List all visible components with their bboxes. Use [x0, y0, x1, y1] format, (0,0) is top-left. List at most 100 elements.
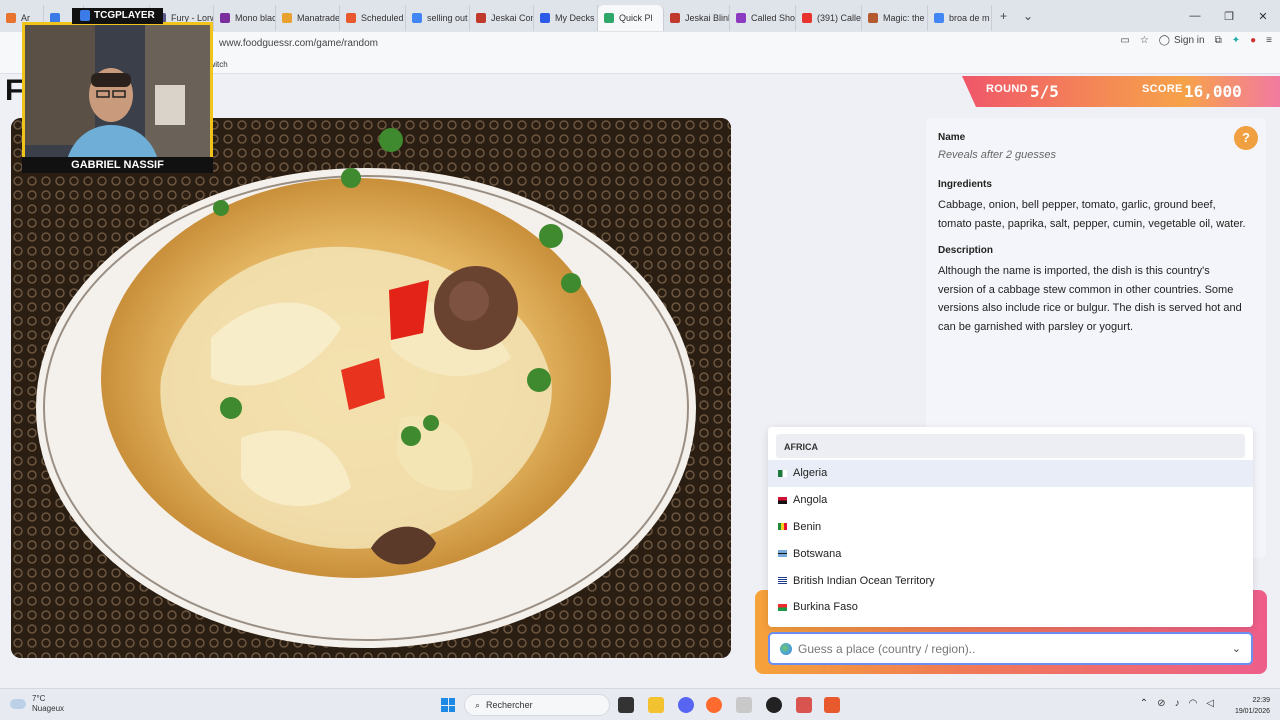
windows-taskbar: 7°C Nuageux ⌕ Rechercher ⌃ ⊘ ♪ ◠ ◁ 22:39…	[0, 688, 1280, 720]
score-value: 16,000	[1184, 82, 1242, 101]
tab-label: Jeskai Blink	[685, 13, 730, 23]
firefox-icon[interactable]	[706, 697, 722, 713]
help-button[interactable]: ?	[1234, 126, 1258, 150]
site-logo: F	[5, 74, 24, 107]
close-window-icon[interactable]: ✕	[1246, 10, 1280, 23]
restore-icon[interactable]: ❐	[1212, 10, 1246, 23]
microphone-icon[interactable]: ♪	[1175, 698, 1180, 709]
taskbar-clock[interactable]: 22:39 19/01/2026	[1235, 695, 1270, 717]
option-angola[interactable]: Angola	[776, 487, 1245, 514]
flag-biot-icon	[778, 577, 787, 585]
system-tray: ⌃ ⊘ ♪ ◠ ◁	[1140, 698, 1214, 709]
windows-start-icon[interactable]	[441, 698, 455, 712]
app-icon[interactable]	[824, 697, 840, 713]
option-burkina-faso[interactable]: Burkina Faso	[776, 594, 1245, 621]
browser-tab[interactable]: Quick Pl✕	[598, 5, 664, 31]
tab-label: broa de m	[949, 13, 990, 23]
browser-tab[interactable]: Mono blac	[214, 5, 276, 31]
taskbar-search[interactable]: ⌕ Rechercher	[464, 694, 610, 716]
minimize-icon[interactable]: —	[1178, 10, 1212, 22]
flag-botswana-icon	[778, 550, 787, 558]
chevron-down-icon[interactable]: ⌄	[1232, 642, 1241, 655]
url-field[interactable]: www.foodguessr.com/game/random	[219, 38, 378, 49]
name-heading: Name	[938, 132, 966, 143]
round-label: ROUND	[986, 83, 1028, 95]
round-value: 5/5	[1030, 82, 1059, 101]
option-botswana[interactable]: Botswana	[776, 540, 1245, 567]
copilot-icon[interactable]: ✦	[1232, 35, 1240, 46]
browser-tab[interactable]: Jeskai Blink	[664, 5, 730, 31]
tab-label: Magic: the	[883, 13, 925, 23]
tcgplayer-logo-icon	[80, 10, 90, 21]
browser-tab[interactable]: Manatrade	[276, 5, 340, 31]
extension-badge-icon[interactable]: ●	[1250, 35, 1256, 46]
profile-icon: ◯	[1158, 35, 1170, 46]
name-value: Reveals after 2 guesses	[938, 149, 1057, 161]
option-british-indian-ocean-territory[interactable]: British Indian Ocean Territory	[776, 567, 1245, 594]
network-off-icon[interactable]: ⊘	[1157, 698, 1165, 709]
file-explorer-icon[interactable]	[648, 697, 664, 713]
browser-tab[interactable]: broa de m	[928, 5, 992, 31]
obs-icon[interactable]	[766, 697, 782, 713]
favorite-star-icon[interactable]: ☆	[1140, 35, 1149, 46]
sign-in-button[interactable]: ◯ Sign in	[1159, 35, 1205, 46]
task-view-icon[interactable]	[618, 697, 634, 713]
discord-icon[interactable]	[678, 697, 694, 713]
weather-temperature: 7°C	[32, 694, 46, 703]
app-icon[interactable]	[796, 697, 812, 713]
volume-icon[interactable]: ◁	[1206, 698, 1214, 709]
menu-icon[interactable]: ≡	[1266, 35, 1272, 46]
round-score-banner: ROUND 5/5 SCORE 16,000	[962, 76, 1280, 107]
clock-time: 22:39	[1252, 697, 1270, 704]
browser-tab[interactable]: Called Sho	[730, 5, 796, 31]
score-label: SCORE	[1142, 83, 1183, 95]
tab-favicon-icon	[6, 13, 16, 23]
browser-tab[interactable]: My Decks |	[534, 5, 598, 31]
browser-tab[interactable]: selling out	[406, 5, 470, 31]
description-text: Although the name is imported, the dish …	[938, 265, 1242, 333]
tab-favicon-icon	[412, 13, 422, 23]
option-label: Benin	[793, 520, 822, 533]
option-label: Angola	[793, 494, 828, 507]
flag-algeria-icon	[778, 469, 787, 477]
browser-tab[interactable]: Magic: the	[862, 5, 928, 31]
tab-favicon-icon	[736, 13, 746, 23]
flag-benin-icon	[778, 523, 787, 531]
clock-date: 19/01/2026	[1234, 708, 1270, 715]
tab-label: My Decks |	[555, 13, 598, 23]
tab-favicon-icon	[540, 13, 550, 23]
tab-label: Manatrade	[297, 13, 340, 23]
tab-label: Mono blac	[235, 13, 276, 23]
ingredients-heading: Ingredients	[938, 179, 992, 190]
new-tab-button[interactable]: +	[992, 9, 1015, 23]
tab-favicon-icon	[604, 13, 614, 23]
browser-tab[interactable]: Jeskai Con	[470, 5, 534, 31]
weather-widget[interactable]: 7°C Nuageux	[10, 694, 64, 714]
tab-list-button[interactable]: ⌄	[1015, 9, 1041, 23]
tab-label: Quick Pl	[619, 13, 653, 23]
option-label: British Indian Ocean Territory	[793, 574, 935, 587]
option-algeria[interactable]: Algeria	[768, 460, 1253, 487]
browser-tab[interactable]: (391) Calle	[796, 5, 862, 31]
tab-favicon-icon	[670, 13, 680, 23]
option-benin[interactable]: Benin	[776, 514, 1245, 541]
browser-tab[interactable]: Scheduled	[340, 5, 406, 31]
chevron-up-icon[interactable]: ⌃	[1140, 698, 1148, 709]
description-heading: Description	[938, 245, 994, 256]
wifi-icon[interactable]: ◠	[1189, 698, 1198, 709]
taskbar-search-label: Rechercher	[486, 700, 533, 710]
food-photo-illustration	[11, 118, 731, 658]
tab-label: (391) Calle	[817, 13, 862, 23]
reader-mode-icon[interactable]: ▭	[1120, 35, 1129, 46]
streamer-webcam	[22, 22, 213, 172]
tab-label: Called Sho	[751, 13, 796, 23]
flag-burkina-faso-icon	[778, 603, 787, 611]
extensions-icon[interactable]: ⧉	[1215, 35, 1222, 46]
guess-input[interactable]: Guess a place (country / region).. ⌄	[768, 632, 1253, 665]
app-icon[interactable]	[736, 697, 752, 713]
streamer-name: GABRIEL NASSIF	[22, 157, 213, 173]
food-photo	[11, 118, 731, 658]
guess-input-placeholder: Guess a place (country / region)..	[798, 641, 976, 656]
tab-favicon-icon	[220, 13, 230, 23]
address-bar-actions: ▭ ☆ ◯ Sign in ⧉ ✦ ● ≡	[1120, 35, 1272, 46]
